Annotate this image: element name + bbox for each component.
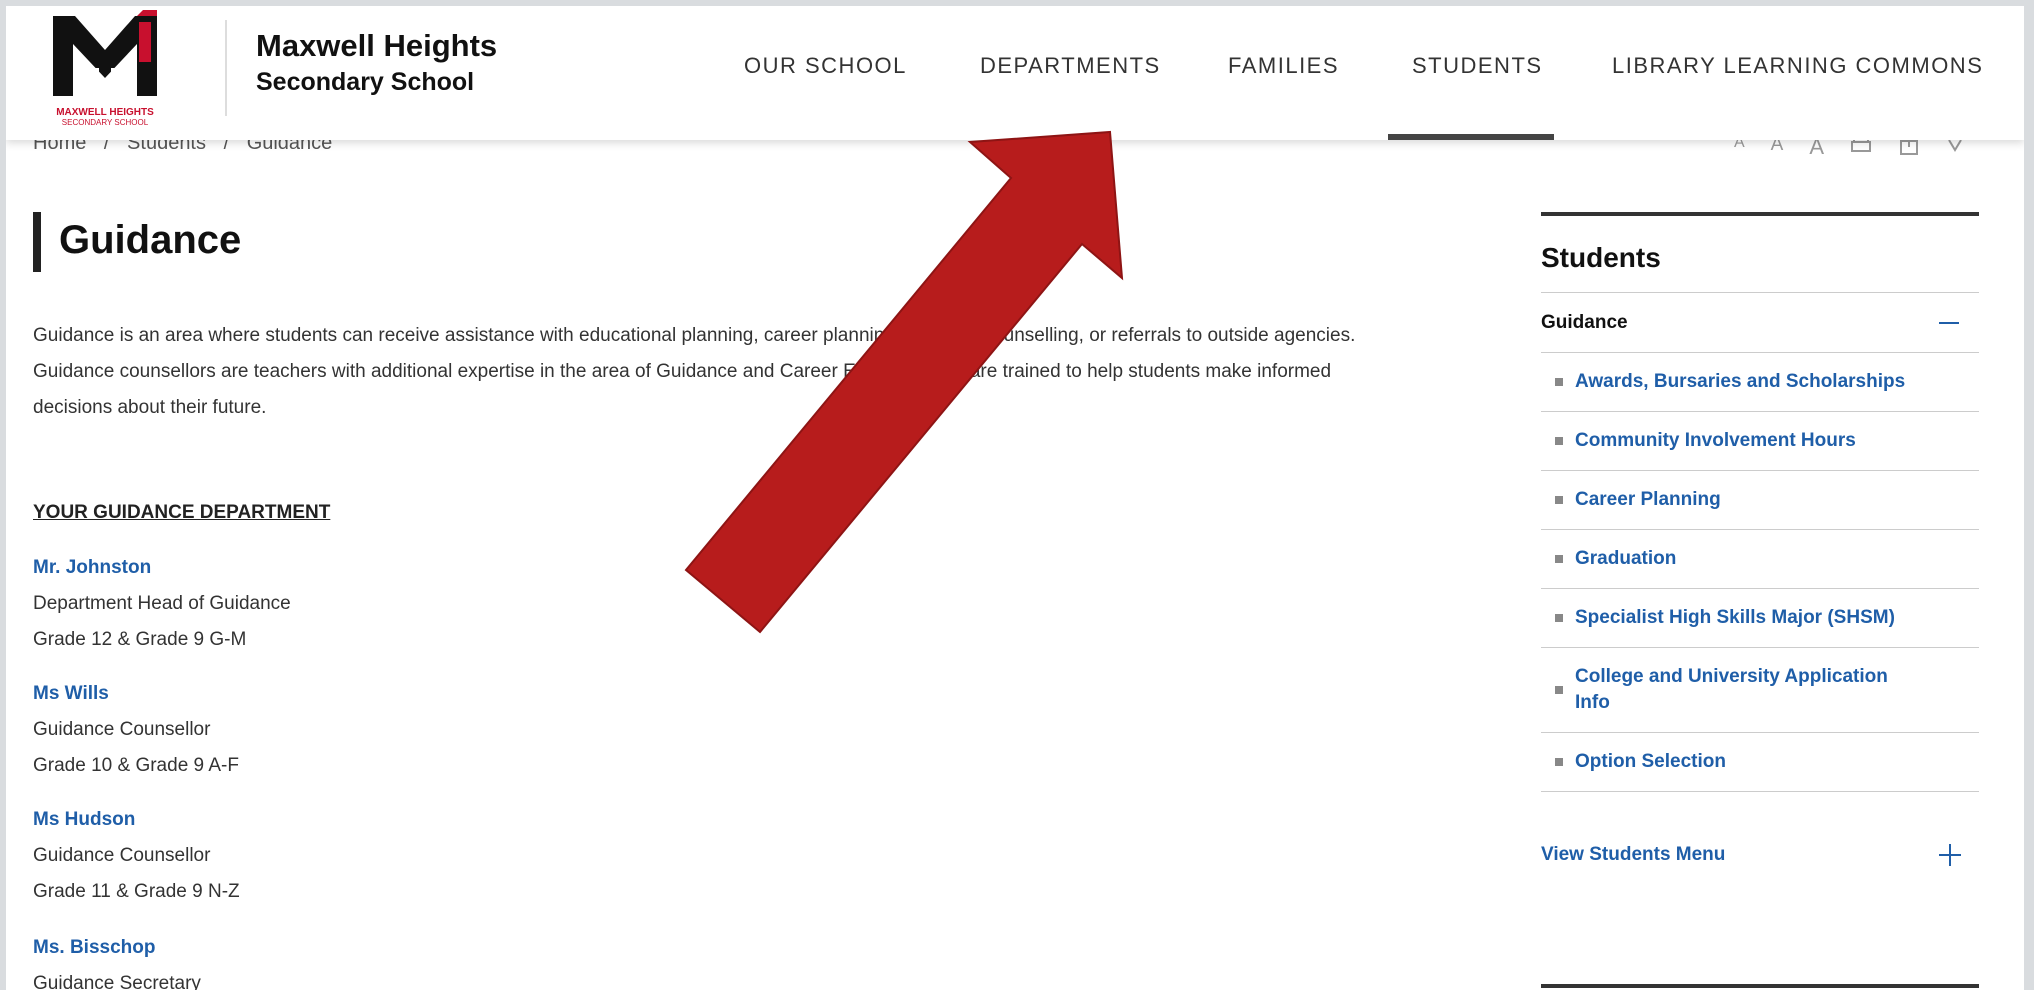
nav-students[interactable]: STUDENTS — [1412, 53, 1543, 79]
square-bullet-icon — [1555, 496, 1563, 504]
sidebar-subnav: Awards, Bursaries and Scholarships Commu… — [1541, 353, 1979, 792]
logo-caption: MAXWELL HEIGHTS SECONDARY SCHOOL — [39, 108, 171, 128]
staff-role: Guidance Secretary — [33, 973, 201, 990]
staff-name-link[interactable]: Ms Hudson — [33, 802, 240, 838]
staff-entry: Mr. Johnston Department Head of Guidance… — [33, 550, 291, 658]
view-students-menu[interactable]: View Students Menu — [1541, 840, 1979, 870]
staff-role: Guidance Counsellor — [33, 845, 211, 866]
staff-grades: Grade 10 & Grade 9 A-F — [33, 755, 239, 776]
intro-line: Guidance counsellors are teachers with a… — [33, 361, 1332, 382]
nav-departments[interactable]: DEPARTMENTS — [980, 53, 1161, 79]
school-name[interactable]: Maxwell Heights Secondary School — [256, 28, 497, 97]
sidebar-current-label: Guidance — [1541, 312, 1628, 333]
school-name-line1: Maxwell Heights — [256, 28, 498, 63]
intro-line: Guidance is an area where students can r… — [33, 325, 1356, 346]
school-logo-mark — [53, 10, 157, 96]
sidebar-item-label: Graduation — [1575, 548, 1677, 569]
sidebar-item-label: Awards, Bursaries and Scholarships — [1575, 371, 1906, 392]
school-logo[interactable]: MAXWELL HEIGHTS SECONDARY SCHOOL — [39, 8, 171, 134]
intro-paragraph: Guidance is an area where students can r… — [33, 318, 1463, 426]
staff-entry: Ms Hudson Guidance Counsellor Grade 11 &… — [33, 802, 240, 910]
sidebar-item-college-university[interactable]: College and University Application Info — [1541, 648, 1979, 733]
header-divider — [225, 20, 227, 116]
school-name-line2: Secondary School — [256, 68, 475, 96]
sidebar-item-option-selection[interactable]: Option Selection — [1541, 733, 1979, 792]
sidebar-item-label: Community Involvement Hours — [1575, 430, 1856, 451]
view-menu-label: View Students Menu — [1541, 844, 1726, 865]
square-bullet-icon — [1555, 378, 1563, 386]
sidebar-title: Students — [1541, 216, 1979, 293]
staff-name-link[interactable]: Ms Wills — [33, 676, 239, 712]
square-bullet-icon — [1555, 437, 1563, 445]
sidebar-item-label: Specialist High Skills Major (SHSM) — [1575, 607, 1895, 628]
site-header: MAXWELL HEIGHTS SECONDARY SCHOOL Maxwell… — [6, 6, 2024, 140]
sidebar-bottom-rule — [1541, 984, 1979, 988]
staff-entry: Ms. Bisschop Guidance Secretary — [33, 930, 201, 990]
sidebar-item-community-hours[interactable]: Community Involvement Hours — [1541, 412, 1979, 471]
sidebar-item-awards[interactable]: Awards, Bursaries and Scholarships — [1541, 353, 1979, 412]
staff-name-link[interactable]: Mr. Johnston — [33, 550, 291, 586]
page-title: Guidance — [59, 218, 242, 262]
nav-active-indicator — [1388, 134, 1554, 140]
nav-library-learning-commons[interactable]: LIBRARY LEARNING COMMONS — [1612, 53, 1983, 79]
sidebar-item-shsm[interactable]: Specialist High Skills Major (SHSM) — [1541, 589, 1979, 648]
expand-plus-icon[interactable] — [1939, 844, 1961, 866]
sidebar-item-label: College and University Application Info — [1575, 666, 1888, 713]
collapse-minus-icon[interactable] — [1939, 322, 1959, 324]
staff-grades: Grade 11 & Grade 9 N-Z — [33, 881, 240, 902]
page: Home / Students / Guidance A A A MAXWELL… — [6, 6, 2024, 990]
square-bullet-icon — [1555, 686, 1563, 694]
logo-caption-line1: MAXWELL HEIGHTS — [56, 107, 154, 118]
staff-role: Department Head of Guidance — [33, 593, 291, 614]
square-bullet-icon — [1555, 555, 1563, 563]
sidebar-current-section[interactable]: Guidance — [1541, 293, 1979, 353]
intro-line: decisions about their future. — [33, 397, 267, 418]
sidebar-item-graduation[interactable]: Graduation — [1541, 530, 1979, 589]
section-sidebar: Students Guidance Awards, Bursaries and … — [1541, 212, 1979, 870]
title-accent-bar — [33, 212, 41, 272]
logo-caption-line2: SECONDARY SCHOOL — [61, 118, 149, 127]
department-heading: YOUR GUIDANCE DEPARTMENT — [33, 502, 331, 523]
staff-name-link[interactable]: Ms. Bisschop — [33, 930, 201, 966]
staff-entry: Ms Wills Guidance Counsellor Grade 10 & … — [33, 676, 239, 784]
sidebar-item-label: Career Planning — [1575, 489, 1721, 510]
sidebar-item-career-planning[interactable]: Career Planning — [1541, 471, 1979, 530]
staff-role: Guidance Counsellor — [33, 719, 211, 740]
nav-families[interactable]: FAMILIES — [1228, 53, 1339, 79]
staff-grades: Grade 12 & Grade 9 G-M — [33, 629, 247, 650]
square-bullet-icon — [1555, 758, 1563, 766]
sidebar-item-label: Option Selection — [1575, 751, 1726, 772]
nav-our-school[interactable]: OUR SCHOOL — [744, 53, 907, 79]
square-bullet-icon — [1555, 614, 1563, 622]
